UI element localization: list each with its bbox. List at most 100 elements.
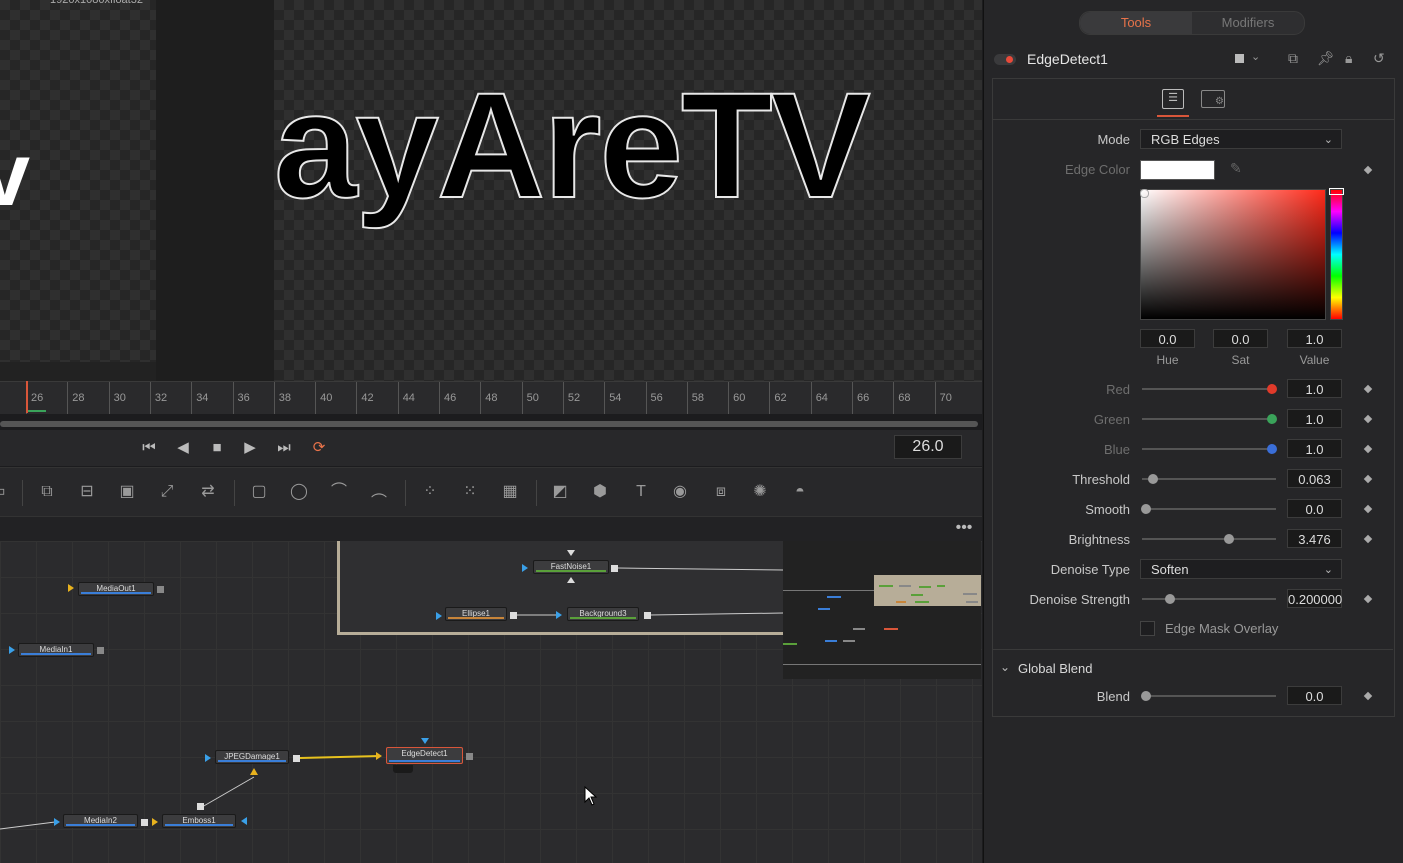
merge-icon[interactable]: ⇄ — [196, 482, 220, 502]
step-back-icon[interactable]: ◀ — [171, 437, 195, 459]
particle-style-icon[interactable]: ▦ — [498, 482, 522, 502]
node-fastnoise[interactable]: FastNoise1 — [533, 560, 609, 574]
node-jpegdamage[interactable]: JPEGDamage1 — [215, 750, 289, 764]
particle-render-icon[interactable]: ⁙ — [458, 482, 482, 502]
lock-icon[interactable]: 🔒︎ — [1345, 50, 1352, 67]
mediain1-input[interactable] — [9, 646, 15, 654]
edge-color-swatch[interactable] — [1140, 160, 1215, 180]
current-frame-field[interactable]: 26.0 — [894, 435, 962, 459]
color-picker-cursor[interactable] — [1140, 189, 1149, 198]
chevron-down-icon[interactable]: ⌄ — [1251, 50, 1260, 63]
polygon-mask-icon[interactable]: ⌒ — [327, 482, 351, 502]
blend-field[interactable]: 0.0 — [1287, 686, 1342, 705]
go-to-end-icon[interactable]: ⏭ — [272, 437, 296, 459]
emboss-mask-port[interactable] — [241, 817, 247, 825]
node-background[interactable]: Background3 — [567, 607, 639, 621]
loop-icon[interactable]: ⟳ — [307, 437, 331, 459]
threshold-slider-knob[interactable] — [1148, 474, 1158, 484]
hue-slider[interactable] — [1330, 189, 1343, 320]
reset-icon[interactable]: ↺ — [1373, 50, 1385, 67]
color-picker-field[interactable] — [1140, 189, 1326, 320]
brightness-slider[interactable] — [1142, 538, 1276, 540]
timeline-scrubber[interactable] — [0, 421, 978, 427]
smooth-slider-knob[interactable] — [1141, 504, 1151, 514]
edgedetect-input[interactable] — [376, 752, 382, 760]
jpeg-effect-mask-port[interactable] — [250, 768, 258, 775]
mediain2-input[interactable] — [54, 818, 60, 826]
color-swatch-icon[interactable] — [1235, 54, 1244, 63]
edgedetect-view-indicator[interactable] — [393, 765, 413, 773]
ellipse-input[interactable] — [436, 612, 442, 620]
emboss-output[interactable] — [197, 803, 204, 810]
denoise-strength-field[interactable]: 0.200000 — [1287, 589, 1342, 608]
bspline-mask-icon[interactable]: ︵ — [367, 482, 391, 502]
node-emboss[interactable]: Emboss1 — [162, 814, 236, 828]
edgedetect-output[interactable] — [466, 753, 473, 760]
text-3d-icon[interactable]: T — [629, 482, 653, 502]
pin-icon[interactable]: 📌︎ — [1317, 50, 1335, 67]
ellipse-output[interactable] — [510, 612, 517, 619]
collapse-chevron-icon[interactable]: ⌄ — [1000, 660, 1010, 674]
eyedropper-icon[interactable]: ✎ — [1230, 160, 1242, 177]
rectangle-mask-icon[interactable]: ▢ — [247, 482, 271, 502]
viewer[interactable]: v 1920x1080xfloat32 ayAreTV — [0, 0, 982, 381]
saver-icon[interactable]: ⊟ — [75, 482, 99, 502]
image-plane-3d-icon[interactable]: ◩ — [548, 482, 572, 502]
denoise-type-dropdown[interactable]: Soften ⌄ — [1140, 559, 1342, 579]
node-mediain2[interactable]: MediaIn2 — [63, 814, 138, 828]
value-field[interactable]: 1.0 — [1287, 329, 1342, 348]
jpeg-output[interactable] — [293, 755, 300, 762]
hue-field[interactable]: 0.0 — [1140, 329, 1195, 348]
node-ellipse[interactable]: Ellipse1 — [445, 607, 507, 621]
red-slider[interactable] — [1142, 388, 1276, 390]
spotlight-3d-icon[interactable]: ✺ — [748, 482, 772, 502]
tool-partial-icon[interactable]: ▭ — [0, 482, 10, 502]
transform-icon[interactable]: ⤢ — [155, 482, 179, 502]
background-input[interactable] — [556, 611, 562, 619]
playhead[interactable] — [26, 381, 28, 413]
node-edgedetect-selected[interactable]: EdgeDetect1 — [386, 747, 463, 764]
enable-toggle[interactable] — [994, 54, 1016, 65]
blue-field[interactable]: 1.0 — [1287, 439, 1342, 458]
node-mediaout[interactable]: MediaOut1 — [78, 582, 154, 596]
controls-tab-icon[interactable]: ☰ — [1162, 89, 1184, 109]
threshold-slider[interactable] — [1142, 478, 1276, 480]
loader-icon[interactable]: ⧉ — [35, 482, 59, 502]
brightness-field[interactable]: 3.476 — [1287, 529, 1342, 548]
mediain2-output[interactable] — [141, 819, 148, 826]
mediaout-output[interactable] — [157, 586, 164, 593]
mediaout-input[interactable] — [68, 584, 74, 592]
background-icon[interactable]: ▣ — [115, 482, 139, 502]
versions-icon[interactable]: ⧉ — [1288, 50, 1298, 67]
node-mediain1[interactable]: MediaIn1 — [18, 643, 94, 657]
emboss-input[interactable] — [152, 818, 158, 826]
denoise-strength-slider-knob[interactable] — [1165, 594, 1175, 604]
global-blend-header[interactable]: Global Blend — [1018, 661, 1092, 676]
go-to-start-icon[interactable]: ⏮ — [137, 437, 161, 459]
brightness-slider-knob[interactable] — [1224, 534, 1234, 544]
settings-tab-icon[interactable]: ⚙ — [1201, 90, 1225, 108]
fastnoise-bottom-port[interactable] — [567, 577, 575, 583]
green-field[interactable]: 1.0 — [1287, 409, 1342, 428]
mode-dropdown[interactable]: RGB Edges ⌄ — [1140, 129, 1342, 149]
stop-icon[interactable]: ■ — [205, 437, 229, 459]
threshold-field[interactable]: 0.063 — [1287, 469, 1342, 488]
blend-slider[interactable] — [1142, 695, 1276, 697]
denoise-strength-slider[interactable] — [1142, 598, 1276, 600]
renderer-3d-icon[interactable]: ◓ — [788, 482, 812, 502]
smooth-slider[interactable] — [1142, 508, 1276, 510]
red-slider-knob[interactable] — [1267, 384, 1277, 394]
background-output[interactable] — [644, 612, 651, 619]
tab-modifiers[interactable]: Modifiers — [1192, 12, 1304, 34]
fastnoise-top-port[interactable] — [567, 550, 575, 556]
edgedetect-mask-port[interactable] — [421, 738, 429, 744]
node-minimap[interactable] — [783, 541, 981, 679]
hue-slider-handle[interactable] — [1329, 188, 1344, 195]
fastnoise-output[interactable] — [611, 565, 618, 572]
mediain1-output[interactable] — [97, 647, 104, 654]
camera-3d-icon[interactable]: ◉ — [668, 482, 692, 502]
green-slider[interactable] — [1142, 418, 1276, 420]
red-field[interactable]: 1.0 — [1287, 379, 1342, 398]
edge-mask-overlay-checkbox[interactable] — [1140, 621, 1155, 636]
particle-emitter-icon[interactable]: ⁘ — [418, 482, 442, 502]
